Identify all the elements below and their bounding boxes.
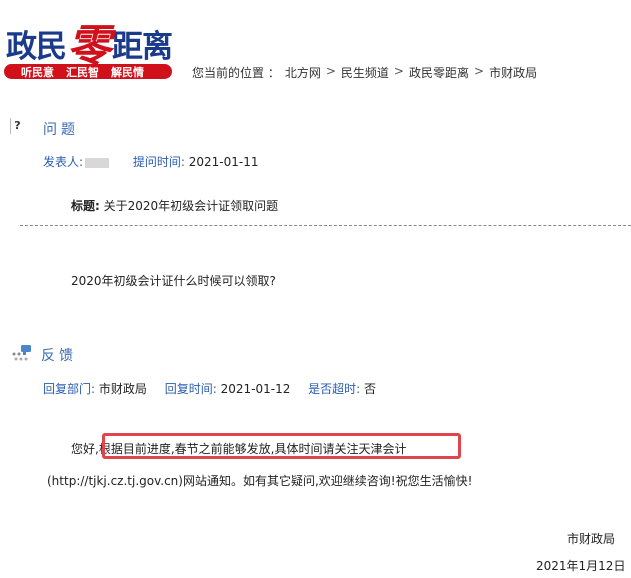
overdue-value: 否 bbox=[364, 382, 377, 396]
breadcrumb-item-caizheng[interactable]: 市财政局 bbox=[489, 64, 537, 81]
feedback-section-title: 反馈 bbox=[41, 348, 77, 364]
breadcrumb: 您当前的位置 ： 北方网 > 民生频道 > 政民零距离 > 市财政局 bbox=[192, 64, 537, 81]
question-body: 2020年初级会计证什么时候可以领取? bbox=[71, 274, 276, 288]
reply-dept-value: 市财政局 bbox=[98, 382, 147, 396]
author-masked bbox=[85, 157, 110, 168]
reply-time-value: 2021-01-12 bbox=[220, 382, 291, 396]
slogan-2: 汇民智 bbox=[66, 65, 99, 79]
question-title: 标题: 关于2020年初级会计证领取问题 bbox=[71, 197, 278, 214]
breadcrumb-item-beifang[interactable]: 北方网 bbox=[285, 64, 321, 81]
author-label: 发表人: bbox=[43, 155, 84, 169]
question-icon: ? bbox=[10, 118, 24, 134]
logo-text-3: 距离 bbox=[112, 29, 173, 65]
slogan-1: 听民意 bbox=[21, 65, 54, 79]
question-title-value: 关于2020年初级会计证领取问题 bbox=[103, 199, 279, 213]
overdue-label: 是否超时: bbox=[308, 382, 361, 396]
slogan-3: 解民情 bbox=[111, 65, 144, 79]
question-title-label: 标题: bbox=[71, 199, 100, 213]
breadcrumb-item-minsheng[interactable]: 民生频道 bbox=[341, 64, 389, 81]
highlight-box bbox=[102, 433, 461, 459]
breadcrumb-prefix: 您当前的位置 ： bbox=[192, 66, 280, 80]
feedback-meta: 回复部门: 市财政局 回复时间: 2021-01-12 是否超时: 否 bbox=[43, 380, 376, 397]
question-meta: 发表人: 提问时间: 2021-01-11 bbox=[43, 153, 259, 170]
breadcrumb-item-zhengmin[interactable]: 政民零距离 bbox=[409, 64, 469, 81]
reply-line-2: (http://tjkj.cz.tj.gov.cn)网站通知。如有其它疑问,欢迎… bbox=[47, 474, 473, 488]
reply-signature: 市财政局 bbox=[567, 532, 616, 546]
breadcrumb-sep: > bbox=[474, 64, 485, 78]
reply-time-label: 回复时间: bbox=[164, 382, 217, 396]
question-time-value: 2021-01-11 bbox=[188, 155, 259, 169]
feedback-icon bbox=[12, 345, 31, 361]
logo-text-1: 政民 bbox=[6, 29, 67, 65]
question-section-title: 问题 bbox=[43, 122, 79, 138]
reply-dept-label: 回复部门: bbox=[43, 382, 96, 396]
breadcrumb-sep: > bbox=[325, 64, 336, 78]
section-divider bbox=[20, 225, 631, 226]
reply-prefix: 您好, bbox=[71, 442, 99, 456]
breadcrumb-sep: > bbox=[393, 64, 404, 78]
reply-date: 2021年1月12日 bbox=[536, 559, 626, 573]
question-time-label: 提问时间: bbox=[132, 155, 185, 169]
site-logo[interactable]: 政民零距离 bbox=[6, 6, 173, 72]
slogan-bar: 听民意 汇民智 解民情 bbox=[4, 64, 172, 79]
